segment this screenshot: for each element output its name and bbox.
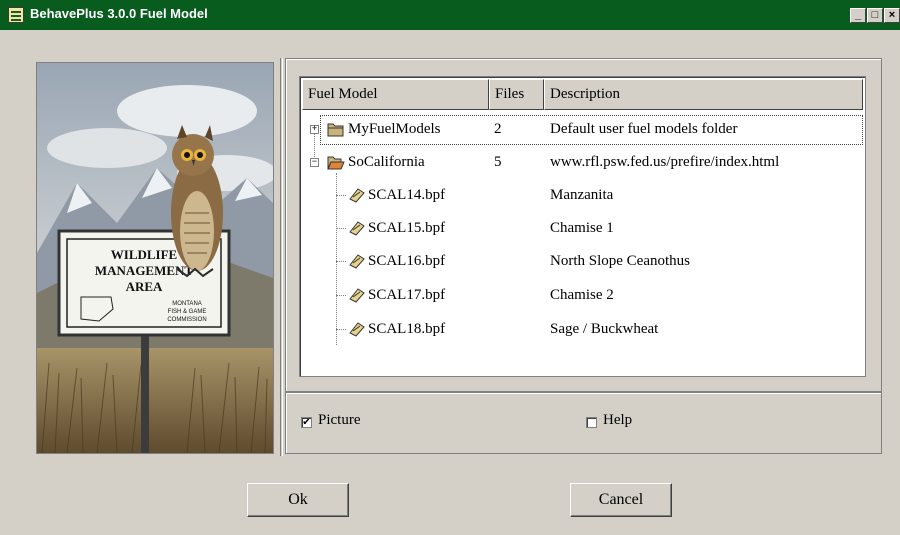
row-name[interactable]: SoCalifornia	[348, 154, 425, 171]
window-controls: _ □ ×	[850, 8, 900, 23]
svg-text:WILDLIFE: WILDLIFE	[111, 247, 177, 262]
ok-button[interactable]: Ok	[247, 483, 349, 517]
minimize-button[interactable]: _	[850, 8, 866, 23]
cancel-button[interactable]: Cancel	[570, 483, 672, 517]
help-checkbox-label[interactable]: Help	[603, 412, 632, 429]
row-description: www.rfl.psw.fed.us/prefire/index.html	[550, 154, 780, 170]
svg-text:FISH & GAME: FISH & GAME	[168, 309, 207, 315]
expand-plus-icon[interactable]: +	[310, 125, 319, 134]
fuel-model-picture: WILDLIFE MANAGEMENT AREA MONTANA FISH & …	[36, 62, 274, 454]
svg-text:COMMISSION: COMMISSION	[167, 317, 206, 323]
column-header-files[interactable]: Files	[489, 79, 544, 110]
row-name[interactable]: SCAL16.bpf	[368, 253, 445, 270]
fuel-file-icon	[349, 288, 365, 303]
column-header-description[interactable]: Description	[544, 79, 863, 110]
row-name[interactable]: MyFuelModels	[348, 121, 441, 138]
fuel-file-icon	[349, 188, 365, 203]
fuel-model-tree-table[interactable]: Fuel Model Files Description + MyFuelMod…	[299, 76, 866, 377]
title-bar[interactable]: BehavePlus 3.0.0 Fuel Model _ □ ×	[0, 0, 900, 30]
row-files: 5	[494, 154, 502, 170]
row-name[interactable]: SCAL17.bpf	[368, 287, 445, 304]
row-description: Chamise 1	[550, 220, 614, 236]
row-description: Manzanita	[550, 187, 614, 203]
row-description: Chamise 2	[550, 287, 614, 303]
fuel-file-icon	[349, 254, 365, 269]
svg-text:AREA: AREA	[126, 279, 163, 294]
folder-closed-icon	[327, 123, 344, 137]
options-frame	[285, 392, 882, 454]
row-name[interactable]: SCAL14.bpf	[368, 187, 445, 204]
fuel-file-icon	[349, 322, 365, 337]
column-header-fuel-model[interactable]: Fuel Model	[302, 79, 489, 110]
folder-open-icon	[327, 156, 345, 170]
row-files: 2	[494, 121, 502, 137]
collapse-minus-icon[interactable]: −	[310, 158, 319, 167]
app-icon	[8, 7, 24, 23]
svg-text:MONTANA: MONTANA	[172, 301, 202, 307]
close-button[interactable]: ×	[884, 8, 900, 23]
window-title: BehavePlus 3.0.0 Fuel Model	[30, 6, 208, 21]
help-checkbox[interactable]	[586, 417, 597, 428]
row-description: North Slope Ceanothus	[550, 253, 690, 269]
picture-checkbox[interactable]: ✔	[301, 417, 312, 428]
row-name[interactable]: SCAL15.bpf	[368, 220, 445, 237]
vertical-splitter[interactable]	[280, 58, 283, 456]
owl-wildlife-illustration: WILDLIFE MANAGEMENT AREA MONTANA FISH & …	[37, 63, 273, 453]
maximize-button[interactable]: □	[867, 8, 883, 23]
row-name[interactable]: SCAL18.bpf	[368, 321, 445, 338]
picture-checkbox-label[interactable]: Picture	[318, 412, 361, 429]
row-description: Sage / Buckwheat	[550, 321, 659, 337]
row-description: Default user fuel models folder	[550, 121, 738, 137]
fuel-file-icon	[349, 221, 365, 236]
